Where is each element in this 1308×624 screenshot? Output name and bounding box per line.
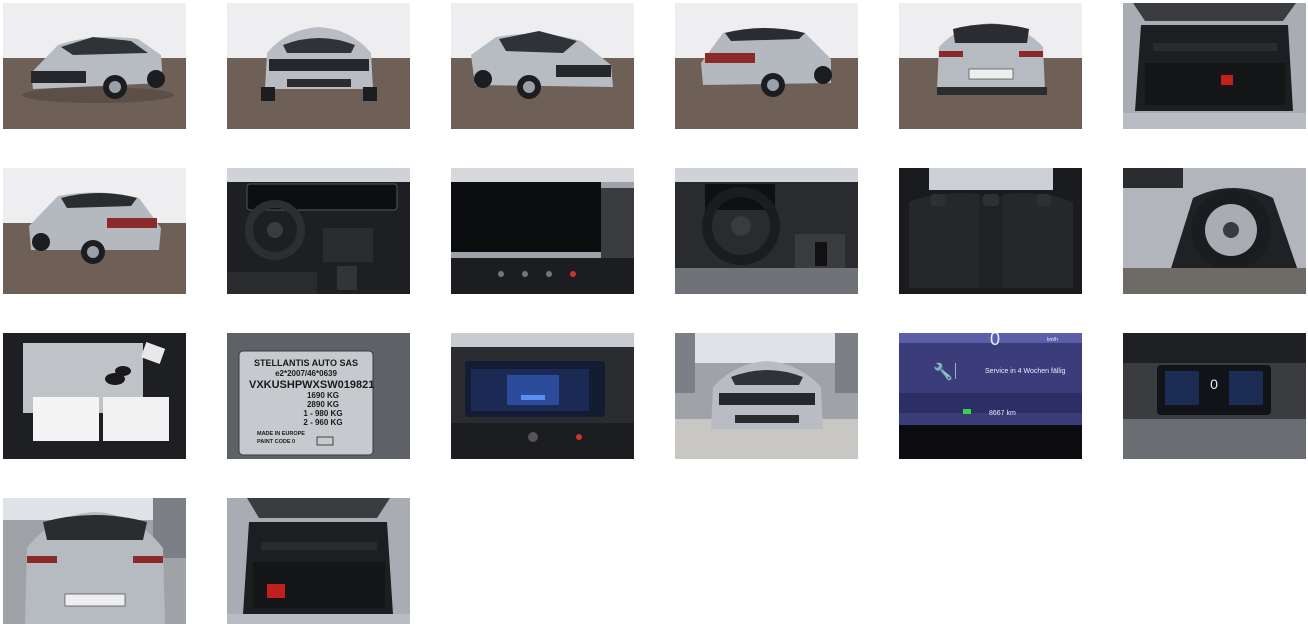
trunk-image-2: [227, 498, 410, 624]
photo-thumbnail-5[interactable]: [899, 3, 1082, 129]
photo-thumbnail-16[interactable]: [675, 333, 858, 459]
photo-thumbnail-19[interactable]: [3, 498, 186, 624]
photo-thumbnail-8[interactable]: [227, 168, 410, 294]
photo-thumbnail-13[interactable]: [3, 333, 186, 459]
odometer-text: 8667 km: [989, 410, 1016, 417]
photo-gallery: STELLANTIS AUTO SAS e2*2007/46*0639 VXKU…: [0, 0, 1308, 624]
wrench-icon: 🔧: [933, 362, 953, 381]
photo-thumbnail-20[interactable]: [227, 498, 410, 624]
screen-off-image: [451, 168, 634, 294]
rear-seats-image: [899, 168, 1082, 294]
car-front-image: [227, 3, 410, 129]
photo-thumbnail-4[interactable]: [675, 3, 858, 129]
car-rear-showroom-image: [3, 498, 186, 624]
plate-maker-text: STELLANTIS AUTO SAS: [254, 358, 358, 368]
plate-paint-text: PAINT CODE 0: [257, 439, 295, 445]
plate-origin-text: MADE IN EUROPE: [257, 431, 305, 437]
service-message-image: 0 km/h 🔧 Service in 4 Wochen fällig 8667…: [899, 333, 1082, 459]
cluster-unit-text: km/h: [1047, 337, 1058, 343]
photo-thumbnail-17[interactable]: 0 km/h 🔧 Service in 4 Wochen fällig 8667…: [899, 333, 1082, 459]
photo-thumbnail-1[interactable]: [3, 3, 186, 129]
car-front-right-image: [451, 3, 634, 129]
car-rear-right-image: [675, 3, 858, 129]
car-rear-left-image: [3, 168, 186, 294]
photo-thumbnail-2[interactable]: [227, 3, 410, 129]
car-front-left-image: [3, 3, 186, 129]
photo-thumbnail-7[interactable]: [3, 168, 186, 294]
instrument-cluster-image: 0: [1123, 333, 1306, 459]
photo-thumbnail-15[interactable]: [451, 333, 634, 459]
car-rear-image: [899, 3, 1082, 129]
type-plate-image: STELLANTIS AUTO SAS e2*2007/46*0639 VXKU…: [227, 333, 410, 459]
photo-thumbnail-6[interactable]: [1123, 3, 1306, 129]
plate-approval-text: e2*2007/46*0639: [275, 369, 337, 378]
photo-thumbnail-11[interactable]: [899, 168, 1082, 294]
photo-thumbnail-14[interactable]: STELLANTIS AUTO SAS e2*2007/46*0639 VXKU…: [227, 333, 410, 459]
cluster-speed-readout: 0: [1210, 376, 1218, 392]
photo-thumbnail-12[interactable]: [1123, 168, 1306, 294]
photo-thumbnail-18[interactable]: 0: [1123, 333, 1306, 459]
plate-weight-4: 2 - 960 KG: [303, 418, 342, 427]
car-front-showroom-image: [675, 333, 858, 459]
wheel-image: [1123, 168, 1306, 294]
screen-on-image: [451, 333, 634, 459]
cluster-speed-text: 0: [990, 333, 1000, 349]
steering-wheel-image: [675, 168, 858, 294]
keys-documents-image: [3, 333, 186, 459]
dashboard-image: [227, 168, 410, 294]
plate-weight-2: 2890 KG: [307, 400, 339, 409]
trunk-image: [1123, 3, 1306, 129]
service-message-text: Service in 4 Wochen fällig: [985, 368, 1066, 375]
photo-thumbnail-3[interactable]: [451, 3, 634, 129]
plate-weight-1: 1690 KG: [307, 391, 339, 400]
plate-weight-3: 1 - 980 KG: [303, 409, 342, 418]
plate-vin-text: VXKUSHPWXSW019821: [249, 379, 374, 391]
photo-thumbnail-10[interactable]: [675, 168, 858, 294]
photo-thumbnail-9[interactable]: [451, 168, 634, 294]
